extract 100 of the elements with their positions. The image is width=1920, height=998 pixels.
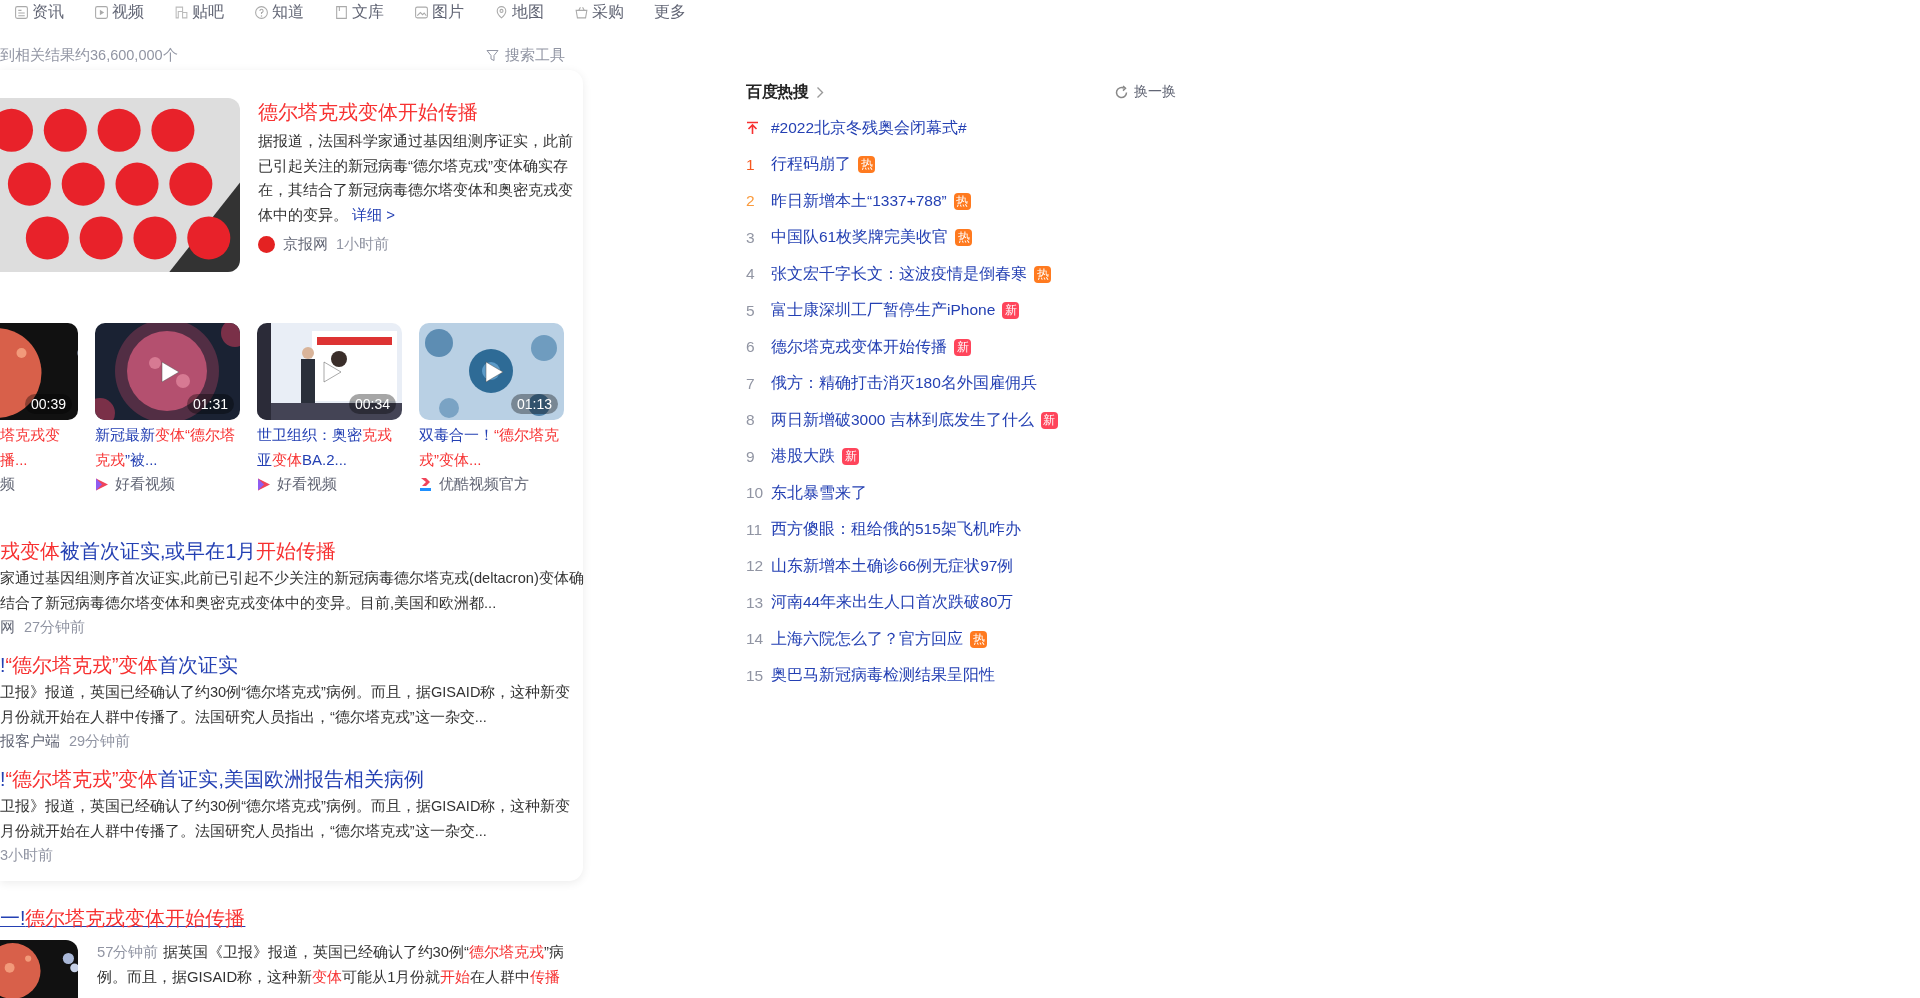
hot-search-item[interactable]: 中国队61枚奖牌完美收官 — [771, 227, 949, 249]
source-logo-icon — [258, 235, 275, 253]
nav-tab[interactable]: 资讯 — [14, 1, 64, 23]
rank-number: 5 — [746, 301, 756, 320]
result-title[interactable]: !“德尔塔克戎”变体首次证实 — [0, 651, 565, 679]
refresh-button[interactable]: 换一换 — [1114, 83, 1176, 101]
video-duration: 00:39 — [24, 394, 72, 414]
nav-tab[interactable]: 知道 — [254, 1, 304, 23]
hot-badge: 热 — [953, 192, 971, 210]
rank-number: 15 — [746, 666, 765, 685]
result-summary: 据报道，法国科学家通过基因组测序证实，此前 已引起关注的新冠病毒“德尔塔克戎”变体确实存 在，其结合了新冠病毒德尔塔变体和奥密克戎变 体中的变异。 详细 > — [258, 131, 573, 225]
hot-badge: 热 — [858, 156, 875, 174]
nav-tab[interactable]: 采购 — [574, 1, 624, 23]
hot-badge: 热 — [955, 229, 973, 247]
timestamp: 1小时前 — [336, 234, 390, 254]
question-icon — [254, 4, 269, 20]
nav-tab[interactable]: 地图 — [494, 1, 544, 23]
nav-tab[interactable]: 视频 — [94, 1, 144, 23]
hot-search-item[interactable]: 德尔塔克戎变体开始传播 — [771, 336, 947, 358]
video-title[interactable]: 双毒合一！“德尔塔克 戎”变体... — [419, 423, 564, 472]
new-badge: 新 — [1040, 411, 1058, 429]
new-badge: 新 — [954, 338, 971, 356]
hot-search-item[interactable]: 张文宏千字长文：这波疫情是倒春寒 — [771, 263, 1027, 285]
rank-number: 12 — [746, 557, 765, 576]
video-source[interactable]: 优酷视频官方 — [439, 474, 529, 494]
rank-number: 3 — [746, 228, 756, 247]
hot-search-item[interactable]: 西方傻眼：租给俄的515架飞机咋办 — [771, 519, 1021, 541]
video-thumbnail[interactable]: 01:31 — [95, 323, 240, 420]
refresh-icon — [1114, 84, 1129, 100]
result-summary: 卫报》报道，英国已经确认了约30例“德尔塔克戎”病例。而且，据GISAID称，这种新变 月份就开始在人群中传播了。法国研究人员指出，“德尔塔克戎”这一杂交... — [0, 683, 571, 727]
play-icon — [159, 360, 180, 383]
timestamp: 27分钟前 — [24, 617, 86, 637]
basket-icon — [574, 4, 589, 20]
document-icon — [334, 4, 349, 20]
hot-search-item[interactable]: 昨日新增本土“1337+788” — [771, 190, 947, 212]
timestamp: 3小时前 — [0, 845, 54, 865]
hot-search-item[interactable]: 富士康深圳工厂暂停生产iPhone — [771, 300, 996, 322]
arrow-logo-icon — [419, 476, 433, 492]
rank-number: 10 — [746, 484, 765, 503]
video-source[interactable]: 频 — [0, 474, 15, 494]
play-icon — [321, 360, 342, 383]
hot-search-item[interactable]: 东北暴雪来了 — [771, 482, 867, 504]
hot-search-item[interactable]: 行程码崩了 — [771, 154, 851, 176]
image-icon — [414, 4, 429, 20]
rank-number: 8 — [746, 411, 756, 430]
video-title[interactable]: 世卫组织：奥密克戎 亚变体BA.2... — [257, 423, 402, 472]
rank-number: 7 — [746, 374, 756, 393]
source-name[interactable]: 京报网 — [283, 234, 328, 254]
play-icon — [483, 360, 504, 383]
hot-search-item[interactable]: 港股大跌 — [771, 446, 835, 468]
hot-search-item[interactable]: 上海六院怎么了？官方回应 — [771, 628, 963, 650]
video-source[interactable]: 好看视频 — [115, 474, 175, 494]
video-title[interactable]: 新冠最新变体“德尔塔 克戎”被... — [95, 423, 240, 472]
nav-tab[interactable]: 贴吧 — [174, 1, 224, 23]
video-duration: 00:34 — [348, 394, 396, 414]
video-title[interactable]: 塔克戎变 播... — [0, 423, 78, 472]
source-name[interactable]: 报客户端 — [0, 731, 60, 751]
nav-tab[interactable]: 图片 — [414, 1, 464, 23]
hot-search-title[interactable]: 百度热搜 — [746, 81, 808, 103]
source-name[interactable]: 网 — [0, 617, 15, 637]
result-summary: 卫报》报道，英国已经确认了约30例“德尔塔克戎”病例。而且，据GISAID称，这种新变 月份就开始在人群中传播了。法国研究人员指出，“德尔塔克戎”这一杂交... — [0, 797, 571, 841]
hot-search-item[interactable]: #2022北京冬残奥会闭幕式# — [771, 117, 967, 139]
new-badge: 新 — [1002, 302, 1020, 320]
nav-tab[interactable]: 更多 — [654, 1, 686, 23]
hot-search-item[interactable]: 山东新增本土确诊66例无症状97例 — [771, 555, 1014, 577]
result-title[interactable]: !“德尔塔克戎”变体首证实,美国欧洲报告相关病例 — [0, 765, 565, 793]
filter-icon — [486, 48, 499, 62]
result-title[interactable]: 一!德尔塔克戎变体开始传播 — [0, 904, 585, 932]
video-source[interactable]: 好看视频 — [277, 474, 337, 494]
video-duration: 01:31 — [186, 394, 234, 414]
details-link[interactable]: 详细 > — [352, 205, 396, 223]
result-title[interactable]: 戎变体被首次证实,或早在1月 开始传播 — [0, 537, 565, 565]
chevron-right-icon — [816, 85, 824, 99]
rank-number: 11 — [746, 520, 764, 539]
play-logo-icon — [95, 476, 109, 492]
new-badge: 新 — [842, 448, 859, 466]
video-duration: 01:13 — [510, 394, 558, 414]
rank-number: 14 — [746, 630, 765, 649]
result-summary: 57分钟前 据英国《卫报》报道，英国已经确认了约30例“德尔塔克戎”病 例。而且，据GISAID称，这种新变体可能从1月份就开始在人群中传播 — [97, 943, 564, 987]
play-logo-icon — [257, 476, 271, 492]
hot-badge: 热 — [970, 630, 987, 648]
rank-number: 4 — [746, 265, 756, 284]
video-thumbnail[interactable]: 01:13 — [419, 323, 564, 420]
hot-search-item[interactable]: 奥巴马新冠病毒检测结果呈阳性 — [771, 665, 995, 687]
video-thumbnail[interactable]: 00:34 — [257, 323, 402, 420]
result-title[interactable]: 德尔塔克戎变体开始传播 — [258, 98, 565, 126]
hot-badge: 热 — [1034, 265, 1051, 283]
play-icon — [94, 4, 109, 20]
timestamp: 29分钟前 — [69, 731, 131, 751]
nav-tab[interactable]: 文库 — [334, 1, 384, 23]
result-count: 到相关结果约36,600,000个 — [0, 45, 178, 65]
video-thumbnail[interactable]: 00:39 — [0, 323, 78, 420]
doc-icon — [14, 4, 29, 20]
hot-search-item[interactable]: 两日新增破3000 吉林到底发生了什么 — [771, 409, 1034, 431]
hot-search-item[interactable]: 俄方：精确打击消灭180名外国雇佣兵 — [771, 373, 1037, 395]
rank-number: 6 — [746, 338, 756, 357]
hot-search-item[interactable]: 河南44年来出生人口首次跌破80万 — [771, 592, 1014, 614]
rank-number: 1 — [746, 155, 756, 174]
result-summary: 家通过基因组测序首次证实,此前已引起不少关注的新冠病毒德尔塔克戎(deltacron)变体确 结合了新冠病毒德尔塔变体和奥密克戎变体中的变异。目前,美国和欧洲都... — [0, 569, 584, 613]
rank-number: 13 — [746, 593, 765, 612]
